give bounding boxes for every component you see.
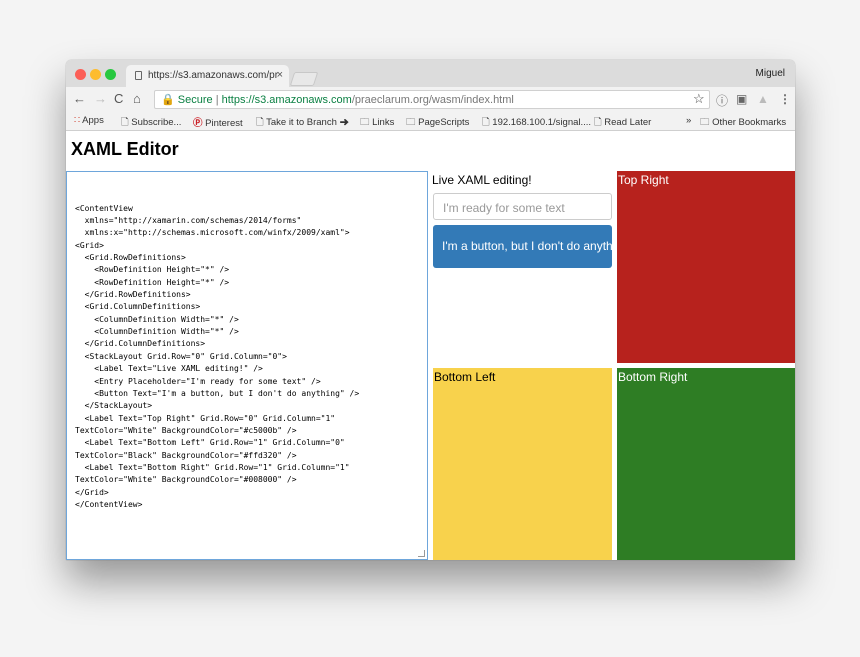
live-editing-label: Live XAML editing! (432, 173, 532, 187)
bottom-right-label: Bottom Right (617, 368, 795, 560)
bookmark-signal[interactable]: 🗋 192.168.100.1/signal.... (482, 115, 591, 131)
address-separator: | (215, 94, 219, 106)
folder-icon: 🗀 (406, 117, 416, 128)
page-icon: 🗋 (121, 117, 129, 128)
extension-icon[interactable]: ▣ (736, 92, 747, 106)
folder-icon: 🗀 (360, 117, 370, 128)
url-host: https://s3.amazonaws.com (221, 94, 352, 106)
bookmark-pinterest[interactable]: Ⓟ Pinterest (193, 115, 243, 129)
bookmark-read-later[interactable]: 🗋 Read Later (594, 115, 651, 131)
address-bar[interactable]: 🔒 Secure | https://s3.amazonaws.com/prae… (154, 90, 710, 109)
close-window-button[interactable] (75, 69, 86, 80)
bookmarks-overflow-icon[interactable]: » (686, 115, 691, 126)
bookmark-apps[interactable]: ∷ Apps (74, 115, 104, 126)
page-content: XAML Editor <ContentView xmlns="http://x… (66, 131, 795, 560)
top-right-label: Top Right (617, 171, 795, 363)
reload-icon[interactable]: C (114, 91, 123, 106)
back-icon[interactable]: ← (73, 91, 86, 106)
browser-tab[interactable]: https://s3.amazonaws.com/pr × (126, 65, 289, 87)
profile-name[interactable]: Miguel (756, 68, 785, 79)
minimize-window-button[interactable] (90, 69, 101, 80)
page-icon (135, 71, 142, 80)
bookmarks-bar: ∷ Apps 🗋 Subscribe... Ⓟ Pinterest 🗋 Take… (66, 112, 795, 131)
bookmark-links[interactable]: 🗀 Links (360, 115, 394, 131)
resize-handle-icon[interactable] (418, 550, 425, 557)
star-icon[interactable]: ☆ (693, 91, 705, 107)
editor-code: <ContentView xmlns="http://xamarin.com/s… (75, 203, 360, 509)
browser-toolbar: ← → C ⌂ 🔒 Secure | https://s3.amazonaws.… (66, 87, 795, 112)
pinterest-icon: Ⓟ (193, 118, 203, 129)
tab-title: https://s3.amazonaws.com/pr (148, 70, 279, 81)
forward-icon[interactable]: → (94, 91, 107, 106)
extension-2-icon[interactable]: ▲ (757, 92, 769, 106)
apps-grid-icon: ∷ (74, 115, 81, 126)
menu-icon[interactable]: ⋮ (779, 92, 791, 106)
page-title: XAML Editor (71, 139, 179, 159)
url-path: /praeclarum.org/wasm/index.html (351, 94, 514, 106)
home-icon[interactable]: ⌂ (133, 91, 141, 106)
bookmark-subscribe[interactable]: 🗋 Subscribe... (121, 115, 181, 131)
page-icon: 🗋 (256, 117, 264, 128)
title-bar: https://s3.amazonaws.com/pr × Miguel (66, 60, 795, 87)
folder-icon: 🗀 (700, 117, 710, 128)
bottom-left-label: Bottom Left (433, 368, 612, 560)
lock-icon: 🔒 (161, 94, 175, 106)
preview-entry[interactable]: I'm ready for some text (433, 193, 612, 220)
tab-close-icon[interactable]: × (277, 69, 283, 81)
bookmark-pagescripts[interactable]: 🗀 PageScripts (406, 115, 469, 131)
secure-label: Secure (177, 94, 213, 106)
maximize-window-button[interactable] (105, 69, 116, 80)
bookmark-take-it-to-branch[interactable]: 🗋 Take it to Branch ➜ (256, 115, 349, 131)
browser-window: https://s3.amazonaws.com/pr × Miguel ← →… (66, 60, 795, 560)
bookmark-other-bookmarks[interactable]: 🗀 Other Bookmarks (700, 115, 786, 131)
preview-button[interactable]: I'm a button, but I don't do anything (433, 225, 612, 268)
page-icon: 🗋 (482, 117, 490, 128)
info-icon[interactable]: ⓘ (716, 92, 728, 109)
new-tab-button[interactable] (289, 72, 319, 86)
xaml-editor[interactable]: <ContentView xmlns="http://xamarin.com/s… (66, 171, 428, 560)
page-icon: 🗋 (594, 117, 602, 128)
